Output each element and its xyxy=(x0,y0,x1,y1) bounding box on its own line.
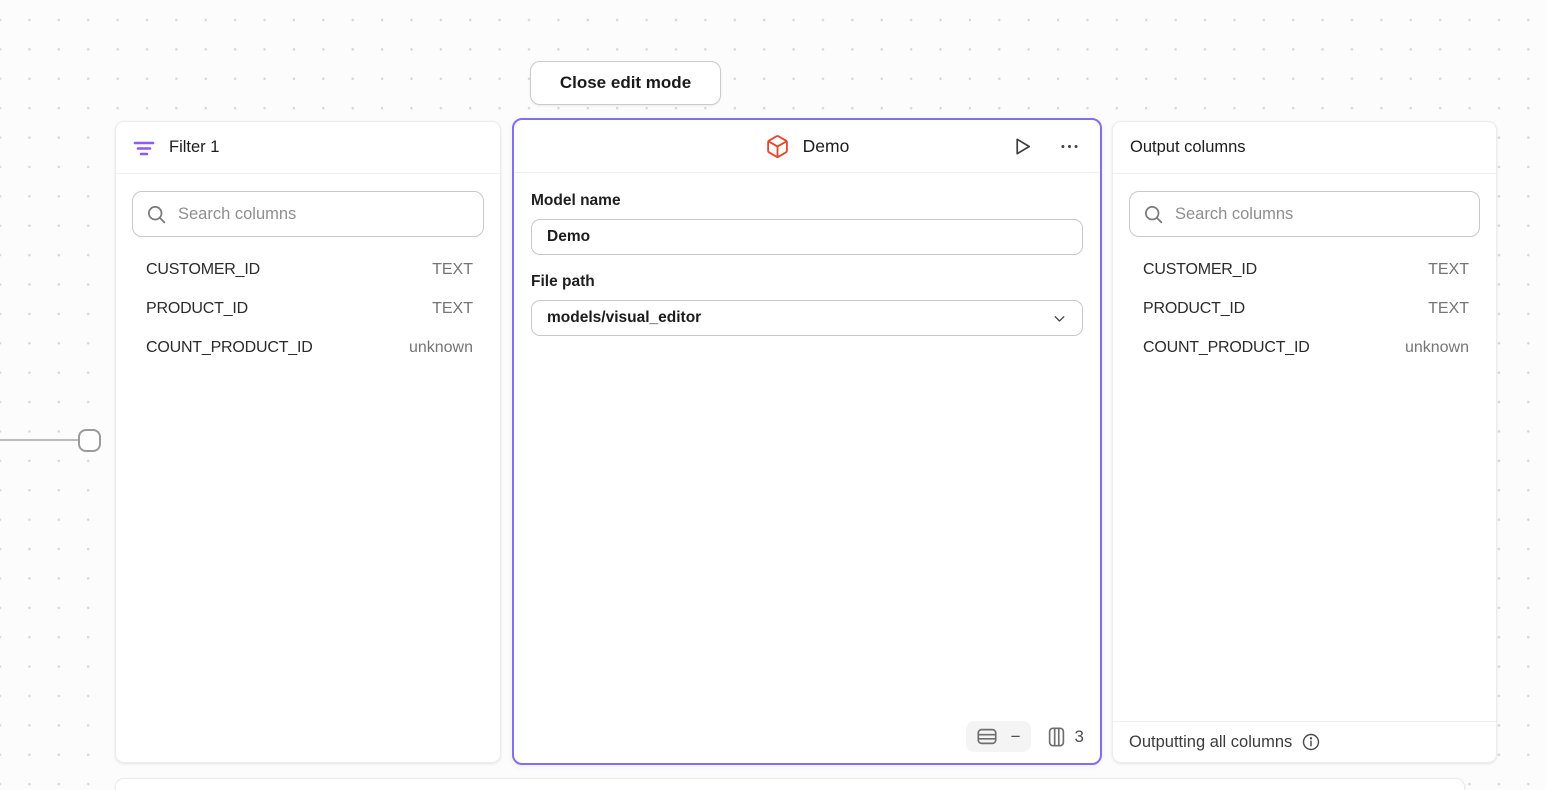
column-type: TEXT xyxy=(432,300,473,318)
filter-search-input[interactable] xyxy=(178,205,470,224)
output-panel-title: Output columns xyxy=(1130,138,1246,157)
column-row[interactable]: CUSTOMER_ID TEXT xyxy=(1113,250,1496,289)
column-type: TEXT xyxy=(432,261,473,279)
column-type: unknown xyxy=(409,339,473,357)
model-footer-stats: − 3 xyxy=(966,721,1084,752)
filter-lines-icon xyxy=(133,139,155,157)
column-name: CUSTOMER_ID xyxy=(146,261,260,279)
column-type: TEXT xyxy=(1428,261,1469,279)
table-columns-icon xyxy=(1047,726,1066,748)
model-panel-header: Demo xyxy=(514,120,1100,173)
column-row[interactable]: PRODUCT_ID TEXT xyxy=(1113,289,1496,328)
filter-panel-title: Filter 1 xyxy=(169,138,219,157)
output-search-input[interactable] xyxy=(1175,205,1466,224)
column-name: PRODUCT_ID xyxy=(146,300,248,318)
search-icon xyxy=(1143,204,1164,225)
column-type: TEXT xyxy=(1428,300,1469,318)
output-search-box[interactable] xyxy=(1129,191,1480,237)
edge-connector-line xyxy=(0,439,79,441)
model-panel-title: Demo xyxy=(803,136,850,157)
column-name: COUNT_PRODUCT_ID xyxy=(1143,339,1310,357)
model-header-actions xyxy=(1011,135,1080,158)
column-row[interactable]: CUSTOMER_ID TEXT xyxy=(116,250,500,289)
edge-connection-handle[interactable] xyxy=(78,429,101,452)
table-rows-icon xyxy=(976,727,998,746)
run-model-button[interactable] xyxy=(1011,135,1034,158)
column-row[interactable]: COUNT_PRODUCT_ID unknown xyxy=(116,328,500,367)
row-count-button[interactable]: − xyxy=(966,721,1031,752)
filter-node-panel: Filter 1 CUSTOMER_ID TEXT PRODUCT_ID TEX… xyxy=(115,121,501,763)
bottom-results-panel xyxy=(115,778,1465,790)
play-icon xyxy=(1011,135,1034,158)
column-row[interactable]: PRODUCT_ID TEXT xyxy=(116,289,500,328)
output-column-list: CUSTOMER_ID TEXT PRODUCT_ID TEXT COUNT_P… xyxy=(1113,250,1496,367)
column-count-value: 3 xyxy=(1075,727,1084,747)
cube-icon xyxy=(765,134,790,159)
filter-panel-header: Filter 1 xyxy=(116,122,500,174)
column-name: COUNT_PRODUCT_ID xyxy=(146,339,313,357)
column-name: PRODUCT_ID xyxy=(1143,300,1245,318)
file-path-label: File path xyxy=(531,273,1083,291)
column-name: CUSTOMER_ID xyxy=(1143,261,1257,279)
model-name-input[interactable] xyxy=(531,219,1083,255)
row-count-value: − xyxy=(1011,728,1021,745)
model-node-panel-selected: Demo Model name File path xyxy=(512,118,1102,765)
file-path-select[interactable]: models/visual_editor xyxy=(531,300,1083,336)
chevron-down-icon xyxy=(1051,310,1068,327)
output-columns-panel: Output columns CUSTOMER_ID TEXT PRODUCT_… xyxy=(1112,121,1497,763)
info-icon[interactable] xyxy=(1301,732,1321,752)
output-footer-text: Outputting all columns xyxy=(1129,733,1292,752)
column-count-group: 3 xyxy=(1047,726,1084,748)
filter-search-box[interactable] xyxy=(132,191,484,237)
file-path-value: models/visual_editor xyxy=(547,309,701,327)
search-icon xyxy=(146,204,167,225)
output-panel-header: Output columns xyxy=(1113,122,1496,174)
model-form: Model name File path models/visual_edito… xyxy=(514,173,1100,336)
column-type: unknown xyxy=(1405,339,1469,357)
more-menu-button[interactable] xyxy=(1059,136,1080,157)
filter-column-list: CUSTOMER_ID TEXT PRODUCT_ID TEXT COUNT_P… xyxy=(116,250,500,367)
ellipsis-icon xyxy=(1059,136,1080,157)
column-row[interactable]: COUNT_PRODUCT_ID unknown xyxy=(1113,328,1496,367)
output-footer: Outputting all columns xyxy=(1113,721,1496,762)
canvas-background: { "toolbar": { "close_edit_mode": "Close… xyxy=(0,0,1546,790)
model-name-label: Model name xyxy=(531,192,1083,210)
close-edit-mode-button[interactable]: Close edit mode xyxy=(530,61,721,105)
